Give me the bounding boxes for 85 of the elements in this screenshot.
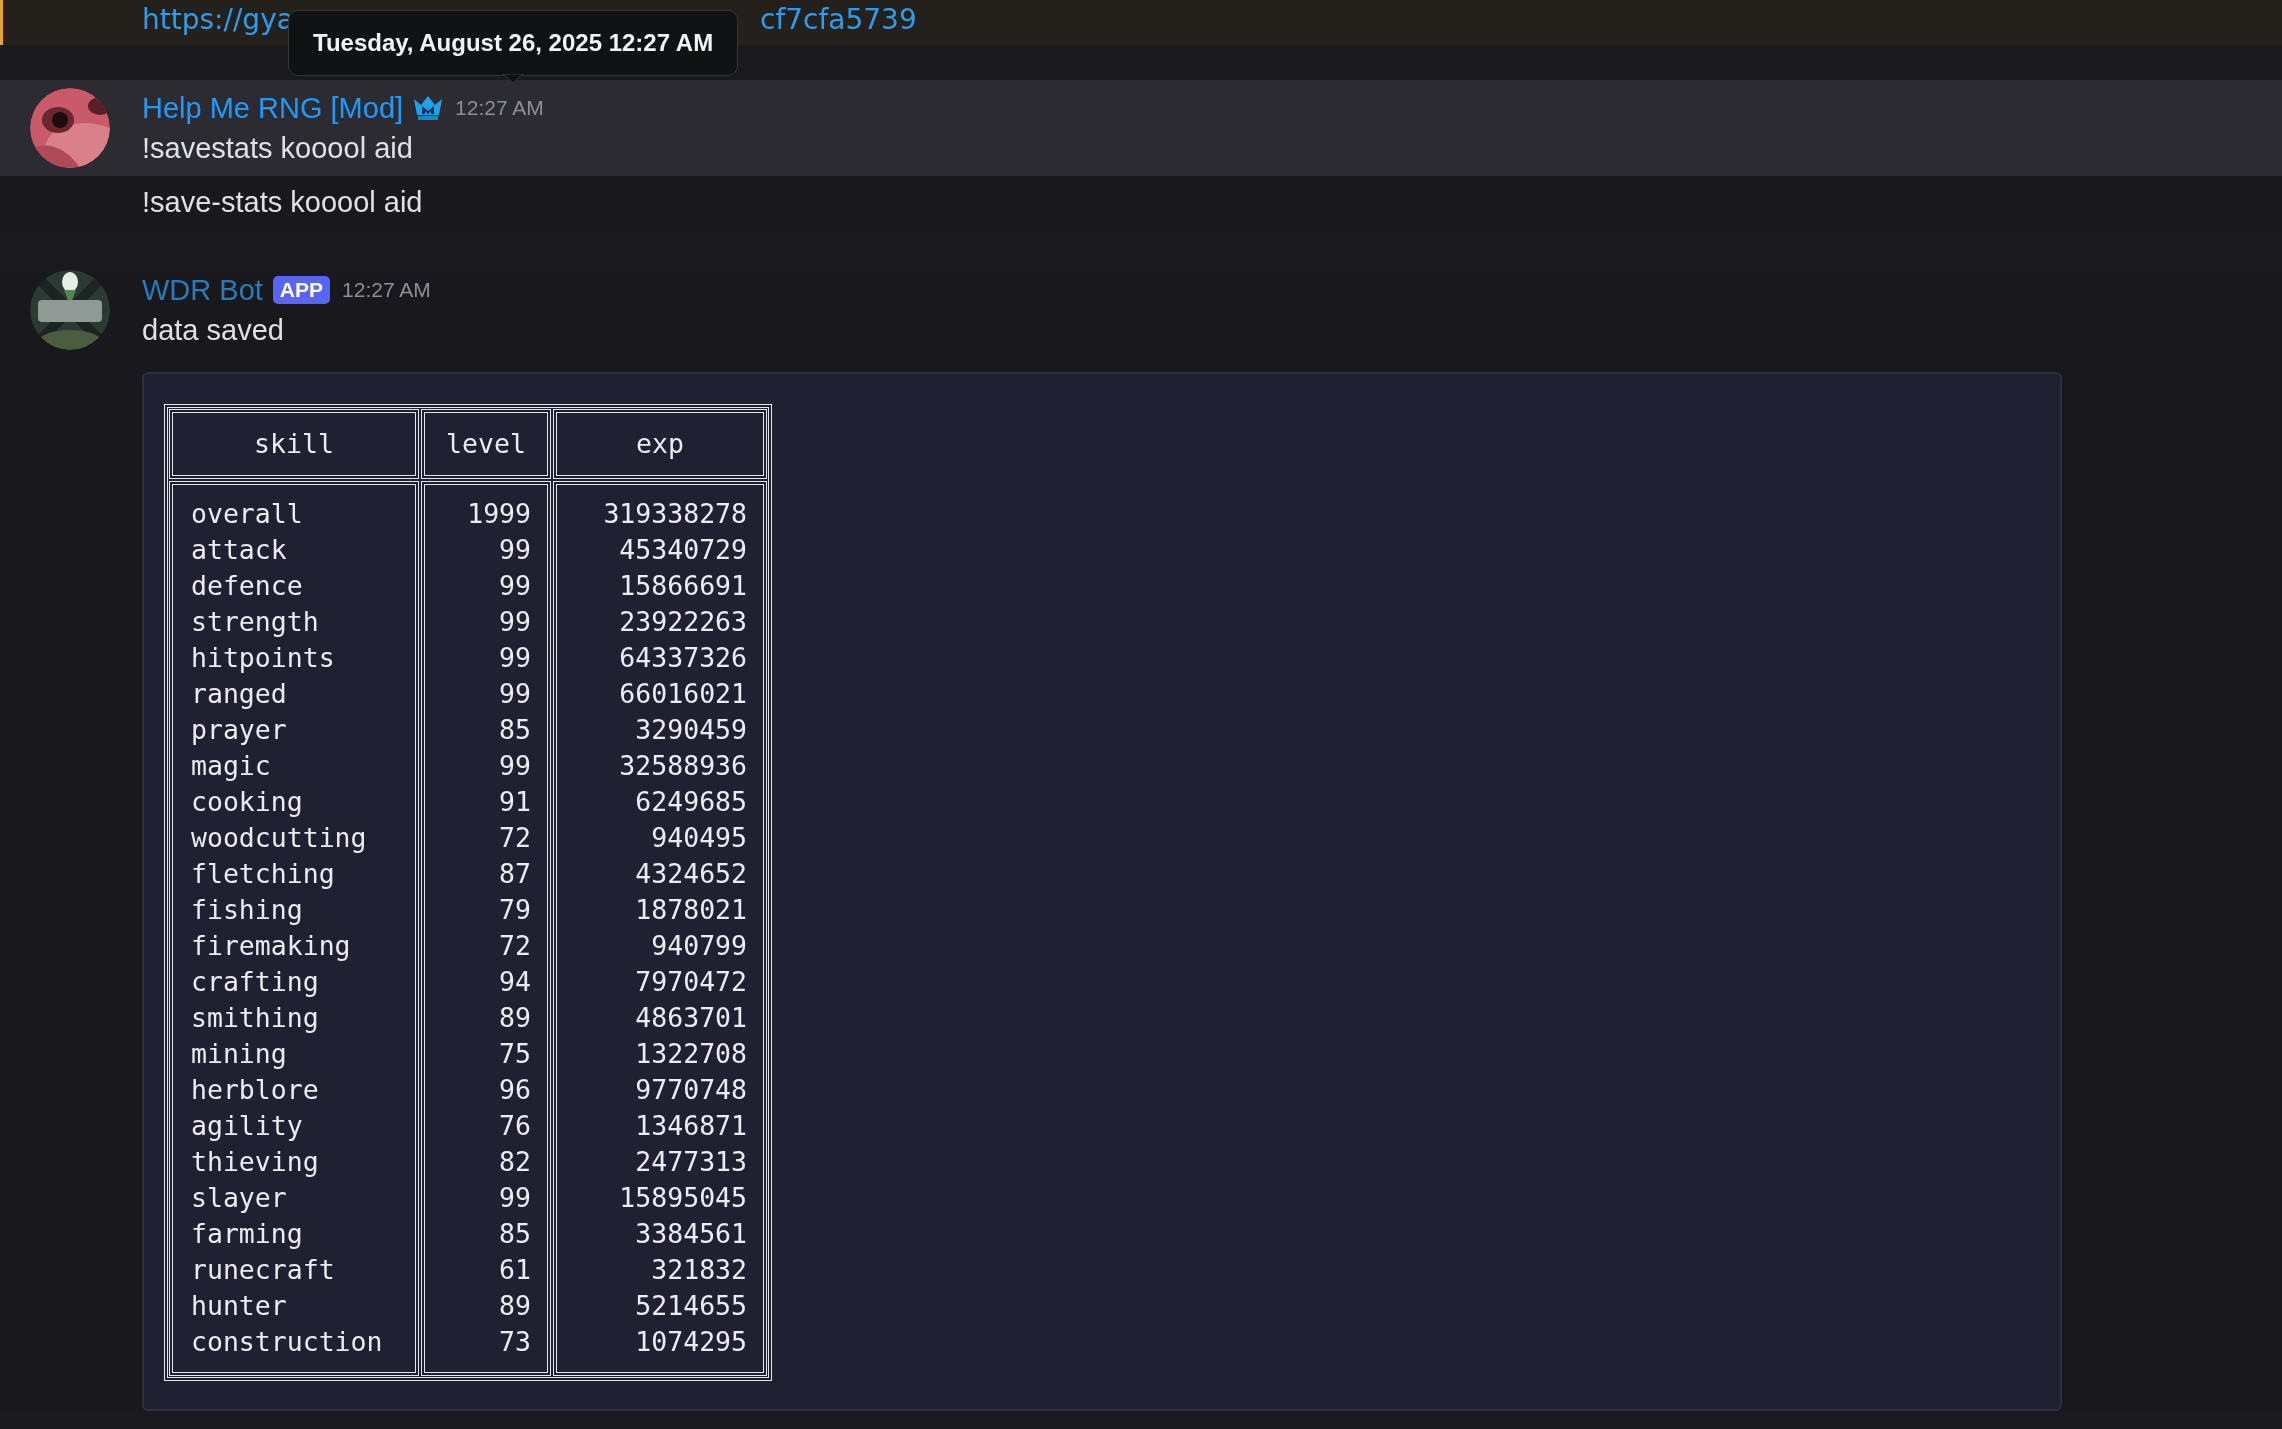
table-cell-text: 9770748 <box>635 1073 747 1107</box>
table-cell-text: smithing <box>191 1001 320 1035</box>
table-cell-text: 1074295 <box>635 1325 747 1359</box>
timestamp: 12:27 AM <box>455 96 544 120</box>
table-cell-text: 32588936 <box>619 749 747 783</box>
table-cell-text: 75 <box>499 1037 531 1071</box>
table-cell-text: 73 <box>499 1325 531 1359</box>
column-header: skill <box>254 427 334 461</box>
table-cell-text: 99 <box>499 605 531 639</box>
table-cell-text: 79 <box>499 893 531 927</box>
table-cell-text: 99 <box>499 1181 531 1215</box>
table-cell-text: 5214655 <box>635 1289 747 1323</box>
table-cell-text: 45340729 <box>619 533 747 567</box>
table-cell-text: defence <box>191 569 304 603</box>
table-cell-text: herblore <box>191 1073 320 1107</box>
table-cell-text: strength <box>191 605 320 639</box>
table-cell-text: 6249685 <box>635 785 747 819</box>
table-cell-text: 96 <box>499 1073 531 1107</box>
table-cell-text: fishing <box>191 893 304 927</box>
table-cell-text: 76 <box>499 1109 531 1143</box>
table-cell-text: attack <box>191 533 288 567</box>
table-cell-text: 94 <box>499 965 531 999</box>
table-cell-text: magic <box>191 749 272 783</box>
table-cell-text: 15895045 <box>619 1181 747 1215</box>
table-cell-text: crafting <box>191 965 320 999</box>
table-cell-text: 3384561 <box>635 1217 747 1251</box>
table-cell-text: slayer <box>191 1181 288 1215</box>
table-cell-text: 23922263 <box>619 605 747 639</box>
table-cell-text: 15866691 <box>619 569 747 603</box>
table-cell-text: 940495 <box>651 821 747 855</box>
table-cell-text: 4324652 <box>635 857 747 891</box>
message-text: !save-stats kooool aid <box>142 185 423 220</box>
table-cell-text: mining <box>191 1037 288 1071</box>
message-text: data saved <box>142 313 285 348</box>
table-cell-text: fletching <box>191 857 336 891</box>
table-cell-text: 2477313 <box>635 1145 747 1179</box>
table-cell-text: 89 <box>499 1289 531 1323</box>
table-cell-text: 85 <box>499 1217 531 1251</box>
table-cell-text: 1346871 <box>635 1109 747 1143</box>
message-text: !savestats kooool aid <box>142 131 414 166</box>
table-cell-text: construction <box>191 1325 384 1359</box>
table-cell-text: 87 <box>499 857 531 891</box>
link[interactable]: cf7cfa5739 <box>760 0 917 40</box>
table-cell-text: farming <box>191 1217 304 1251</box>
table-cell-text: 99 <box>499 749 531 783</box>
table-cell-text: woodcutting <box>191 821 368 855</box>
author-name[interactable]: WDR Bot <box>142 273 263 307</box>
table-cell-text: 99 <box>499 569 531 603</box>
table-cell-text: 99 <box>499 677 531 711</box>
table-cell-text: hunter <box>191 1289 288 1323</box>
crown-icon <box>413 95 444 121</box>
table-cell-text: 1322708 <box>635 1037 747 1071</box>
table-cell-text: 72 <box>499 929 531 963</box>
table-cell-text: 3290459 <box>635 713 747 747</box>
table-cell-text: 940799 <box>651 929 747 963</box>
table-cell-text: 7970472 <box>635 965 747 999</box>
table-cell-text: 4863701 <box>635 1001 747 1035</box>
table-cell-text: 66016021 <box>619 677 747 711</box>
table-cell-text: 99 <box>499 533 531 567</box>
table-cell-text: 91 <box>499 785 531 819</box>
table-cell-text: cooking <box>191 785 304 819</box>
table-cell-text: 89 <box>499 1001 531 1035</box>
table-cell-text: 72 <box>499 821 531 855</box>
table-cell-text: 319338278 <box>603 497 747 531</box>
table-cell-text: hitpoints <box>191 641 336 675</box>
app-badge: APP <box>272 276 331 304</box>
table-cell-text: agility <box>191 1109 304 1143</box>
table-cell-text: prayer <box>191 713 288 747</box>
table-cell-text: 85 <box>499 713 531 747</box>
table-cell-text: 1999 <box>467 497 531 531</box>
author-name[interactable]: Help Me RNG [Mod] <box>142 91 404 125</box>
table-cell-text: 82 <box>499 1145 531 1179</box>
table-cell-text: 321832 <box>651 1253 747 1287</box>
table-cell-text: runecraft <box>191 1253 336 1287</box>
table-cell-text: 1878021 <box>635 893 747 927</box>
table-cell-text: 99 <box>499 641 531 675</box>
table-cell-text: ranged <box>191 677 288 711</box>
table-cell-text: 61 <box>499 1253 531 1287</box>
table-cell-text: overall <box>191 497 304 531</box>
column-header: exp <box>636 427 684 461</box>
timestamp: 12:27 AM <box>342 278 431 302</box>
column-header: level <box>446 427 526 461</box>
table-cell-text: 64337326 <box>619 641 747 675</box>
table-cell-text: thieving <box>191 1145 320 1179</box>
table-cell-text: firemaking <box>191 929 352 963</box>
